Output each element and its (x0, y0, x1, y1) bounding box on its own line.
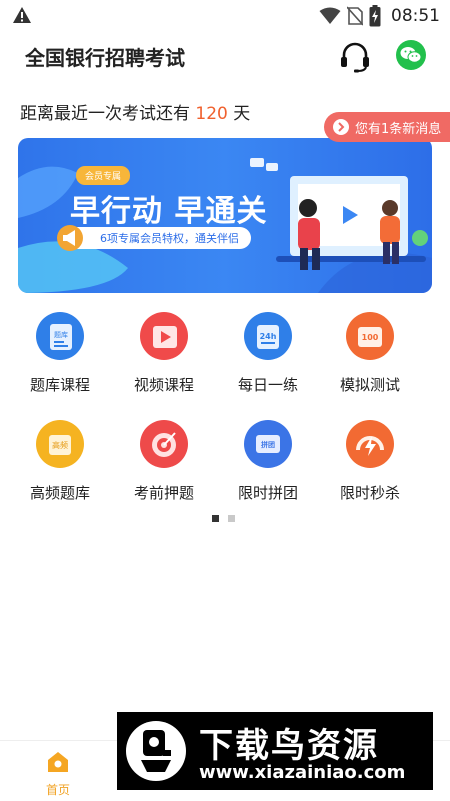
wechat-icon[interactable] (396, 40, 426, 70)
nav-tab-home-label: 首页 (45, 783, 70, 797)
question-bank-icon: 题库 (36, 312, 84, 360)
grid-label-group-buy: 限时拼团 (237, 484, 298, 502)
watermark: 下载鸟资源 www.xiazainiao.com (117, 712, 433, 790)
grid-item-question-bank[interactable]: 题库 题库课程 (10, 312, 110, 395)
daily-calendar-icon-text: 24h (260, 332, 277, 341)
mock-test-icon: 100 (346, 312, 394, 360)
countdown-suffix: 天 (233, 104, 251, 124)
grid-pagination (212, 515, 235, 522)
grid-label-mock-test: 模拟测试 (339, 376, 400, 394)
target-glyph (152, 432, 176, 457)
question-bank-icon-text: 题库 (54, 330, 68, 339)
target-icon (140, 420, 188, 468)
video-play-icon (140, 312, 188, 360)
grid-item-exam-prediction[interactable]: 考前押题 (114, 420, 214, 503)
video-play-glyph (153, 326, 177, 348)
banner-subtitle: 6项专属会员特权，通关伴侣 (66, 227, 251, 249)
grid-item-mock-test[interactable]: 100 模拟测试 (320, 312, 420, 395)
feature-grid-row: 高频 高频题库 考前押题 拼团 限时拼团 限时秒杀 (0, 420, 450, 520)
mock-test-glyph: 100 (358, 327, 382, 347)
grid-label-high-frequency: 高频题库 (29, 484, 90, 502)
feature-grid-row: 题库 题库课程 视频课程 24h 每日一练 100 模拟测试 (0, 312, 450, 412)
status-bar: 08:51 (0, 0, 450, 32)
high-frequency-icon-text: 高频 (52, 440, 68, 450)
grid-item-video-course[interactable]: 视频课程 (114, 312, 214, 395)
flash-sale-icon (346, 420, 394, 468)
grid-label-daily-practice: 每日一练 (237, 376, 298, 394)
countdown-prefix: 距离最近一次考试还有 (20, 104, 190, 124)
app-title: 全国银行招聘考试 (25, 46, 185, 70)
exam-countdown: 距离最近一次考试还有 120 天 (20, 99, 250, 124)
grid-label-exam-prediction: 考前押题 (133, 484, 194, 502)
pagination-dot[interactable] (228, 515, 235, 522)
app-header: 全国银行招聘考试 (0, 32, 450, 80)
chevron-right-glyph (338, 122, 345, 132)
daily-calendar-icon: 24h (244, 312, 292, 360)
promo-banner[interactable]: 会员专属 早行动 早通关 6项专属会员特权，通关伴侣 (18, 138, 432, 293)
wechat-glyph (400, 47, 422, 63)
clock: 08:51 (391, 6, 440, 26)
countdown-days: 120 (195, 104, 228, 124)
nav-tab-home[interactable]: 首页 (36, 751, 80, 798)
warning-icon (13, 7, 31, 23)
new-message-notice[interactable]: 您有1条新消息 (324, 112, 450, 142)
grid-item-daily-practice[interactable]: 24h 每日一练 (218, 312, 318, 395)
megaphone-icon (57, 225, 83, 251)
grid-label-video-course: 视频课程 (133, 376, 194, 394)
grid-label-question-bank: 题库课程 (29, 376, 90, 394)
watermark-title: 下载鸟资源 (199, 726, 379, 766)
group-buy-icon: 拼团 (244, 420, 292, 468)
member-badge: 会员专属 (76, 166, 131, 185)
pagination-dot-active[interactable] (212, 515, 219, 522)
watermark-url: www.xiazainiao.com (199, 762, 406, 783)
high-frequency-icon: 高频 (36, 420, 84, 468)
question-bank-glyph: 题库 (50, 324, 72, 350)
chevron-right-icon (333, 119, 349, 135)
daily-calendar-glyph: 24h (257, 325, 279, 349)
battery-charging-icon (369, 5, 381, 27)
grid-item-group-buy[interactable]: 拼团 限时拼团 (218, 420, 318, 503)
headset-icon[interactable] (338, 40, 372, 74)
high-frequency-glyph: 高频 (49, 435, 71, 455)
wifi-icon (319, 7, 341, 24)
home-icon (48, 752, 68, 772)
group-buy-icon-text: 拼团 (261, 440, 275, 449)
grid-item-high-frequency[interactable]: 高频 高频题库 (10, 420, 110, 503)
mock-test-icon-text: 100 (362, 333, 379, 342)
banner-headline: 早行动 早通关 (70, 194, 268, 229)
grid-label-flash-sale: 限时秒杀 (339, 484, 400, 502)
group-buy-glyph: 拼团 (256, 435, 280, 453)
flash-sale-glyph (356, 436, 384, 456)
bird-logo-icon (126, 721, 186, 781)
no-sim-icon (347, 6, 363, 26)
grid-item-flash-sale[interactable]: 限时秒杀 (320, 420, 420, 503)
new-message-text: 您有1条新消息 (355, 121, 442, 137)
